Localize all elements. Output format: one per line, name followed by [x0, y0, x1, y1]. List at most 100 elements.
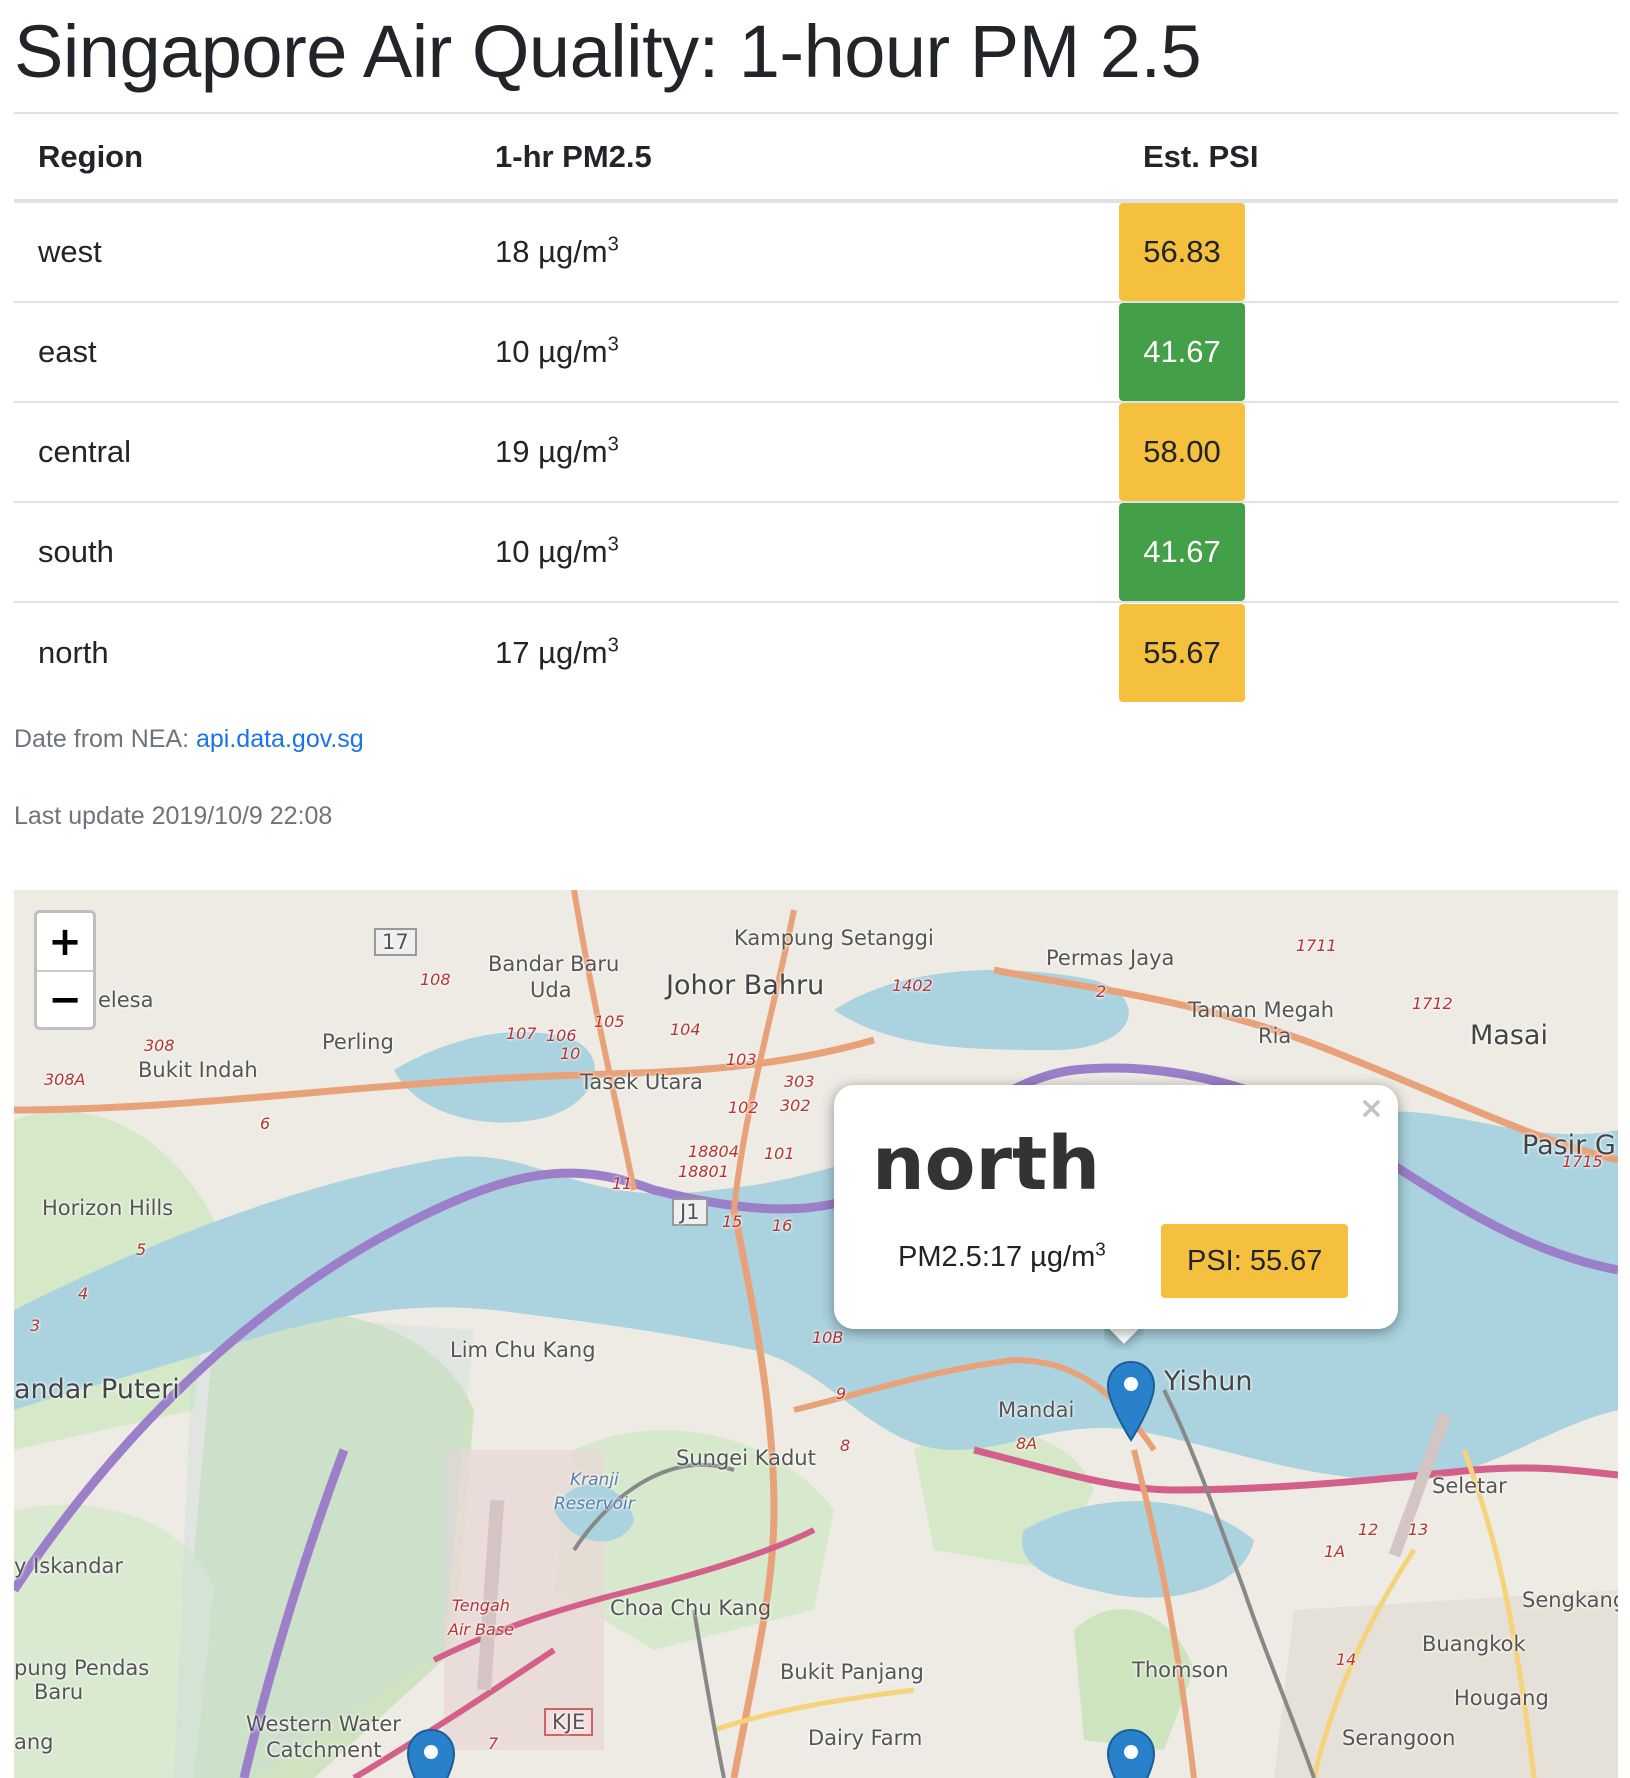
popup-psi-badge: PSI: 55.67 [1161, 1224, 1349, 1298]
map-popup: × north PM2.5:17 µg/m3 PSI: 55.67 [834, 1085, 1398, 1329]
map-label: Baru [34, 1680, 84, 1704]
map-label: Buangkok [1422, 1632, 1526, 1656]
map-label: Bandar Baru [488, 952, 620, 976]
map-label: Tasek Utara [580, 1070, 703, 1094]
road-number: 107 [506, 1024, 537, 1043]
road-number: 8A [1016, 1434, 1038, 1453]
road-number: 5 [136, 1240, 147, 1259]
map-label: Masai [1470, 1020, 1548, 1051]
unit-superscript: 3 [607, 233, 619, 256]
road-number: 101 [764, 1144, 795, 1163]
pm25-value: 17 µg/m [495, 634, 608, 670]
road-number: 18801 [678, 1162, 729, 1181]
popup-close-button[interactable]: × [1359, 1091, 1384, 1126]
map-label: y Iskandar [14, 1554, 124, 1578]
map-label: elesa [98, 988, 154, 1012]
road-number: 14 [1336, 1650, 1357, 1669]
map-container[interactable]: Kampung Setanggi Bandar Baru Uda Johor B… [14, 890, 1618, 1778]
table-header-row: Region 1-hr PM2.5 Est. PSI [14, 112, 1618, 203]
unit-superscript: 3 [607, 333, 619, 356]
road-number: 104 [670, 1020, 701, 1039]
road-number: 13 [1408, 1520, 1429, 1539]
road-number: 1712 [1412, 994, 1453, 1013]
psi-badge: 56.83 [1119, 203, 1245, 301]
map-label: Hougang [1454, 1686, 1549, 1710]
map-label: Ria [1258, 1024, 1292, 1048]
map-label: Taman Megah [1188, 998, 1335, 1022]
psi-cell: 41.67 [1119, 502, 1618, 603]
map-label: Kampung Setanggi [734, 926, 934, 950]
zoom-in-button[interactable]: + [37, 913, 93, 970]
source-prefix: Date from NEA: [14, 725, 196, 753]
map-label: Choa Chu Kang [610, 1596, 772, 1620]
zoom-out-button[interactable]: − [37, 970, 93, 1027]
map-label: Reservoir [554, 1494, 635, 1514]
popup-pm25: PM2.5:17 µg/m3 [898, 1239, 1106, 1274]
road-number: 12 [1358, 1520, 1379, 1539]
map-label: Western Water [246, 1712, 401, 1736]
map-label: Uda [530, 978, 572, 1002]
map-label: Air Base [448, 1620, 515, 1639]
map-marker-icon[interactable] [406, 1728, 456, 1778]
map-label: Serangoon [1342, 1726, 1456, 1750]
map-label: ang [14, 1730, 54, 1754]
map-label: Bukit Panjang [780, 1660, 924, 1684]
road-number: 9 [836, 1384, 847, 1403]
unit-superscript: 3 [607, 533, 619, 556]
unit-superscript: 3 [607, 433, 619, 456]
map-marker-icon[interactable] [1106, 1360, 1156, 1442]
pm25-value: 10 µg/m [495, 334, 608, 369]
road-number: 7 [488, 1734, 499, 1753]
map-label: Johor Bahru [666, 970, 825, 1001]
psi-cell: 55.67 [1119, 602, 1618, 702]
road-number: 3 [30, 1316, 41, 1335]
map-marker-icon[interactable] [1106, 1728, 1156, 1778]
psi-badge: 41.67 [1119, 303, 1245, 401]
map-label: Kranji [570, 1470, 619, 1490]
psi-cell: 56.83 [1119, 201, 1618, 303]
road-number: 1711 [1296, 936, 1337, 955]
road-number: 302 [780, 1096, 811, 1115]
road-number: 102 [728, 1098, 759, 1117]
psi-badge: 58.00 [1119, 403, 1245, 501]
region-cell: north [38, 634, 109, 670]
road-number: 108 [420, 970, 451, 989]
road-number: 308 [144, 1036, 175, 1055]
table-row: central 19 µg/m3 58.00 [14, 402, 1618, 503]
road-number: 106 [546, 1026, 577, 1045]
pm25-value: 19 µg/m [495, 434, 608, 469]
map-label: Yishun [1164, 1366, 1253, 1397]
source-link[interactable]: api.data.gov.sg [196, 725, 364, 753]
pm25-cell: 19 µg/m3 [471, 402, 1119, 503]
map-label: Horizon Hills [42, 1196, 174, 1220]
map-label: pung Pendas [14, 1656, 150, 1680]
map-label: Thomson [1132, 1658, 1229, 1682]
map-label: Seletar [1432, 1474, 1507, 1498]
header-region: Region [14, 112, 471, 203]
map-label: Tengah [452, 1596, 510, 1615]
psi-cell: 41.67 [1119, 302, 1618, 403]
table-row: west 18 µg/m3 56.83 [14, 201, 1618, 303]
page-title: Singapore Air Quality: 1-hour PM 2.5 [14, 10, 1202, 93]
map-label: Catchment [266, 1738, 382, 1762]
region-cell: west [14, 201, 471, 303]
table-row: south 10 µg/m3 41.67 [14, 502, 1618, 603]
pm25-value: 10 µg/m [495, 534, 608, 569]
road-number: 2 [1096, 982, 1107, 1001]
map-label: Permas Jaya [1046, 946, 1175, 970]
pm25-value: 18 µg/m [495, 234, 608, 269]
header-psi: Est. PSI [1119, 112, 1618, 203]
popup-tip [1104, 1326, 1144, 1350]
psi-cell: 58.00 [1119, 402, 1618, 503]
last-update-text: Last update 2019/10/9 22:08 [14, 802, 333, 830]
header-pm25: 1-hr PM2.5 [471, 112, 1119, 203]
road-number: 4 [78, 1284, 89, 1303]
air-quality-table: Region 1-hr PM2.5 Est. PSI west 18 µg/m3… [14, 112, 1618, 702]
region-cell: south [14, 502, 471, 603]
road-number: 1402 [892, 976, 933, 995]
road-number: 10B [812, 1328, 844, 1347]
road-number: 1715 [1562, 1152, 1603, 1171]
road-number: 308A [44, 1070, 86, 1089]
psi-badge: 41.67 [1119, 503, 1245, 601]
map-road-shield: 17 [374, 928, 417, 956]
